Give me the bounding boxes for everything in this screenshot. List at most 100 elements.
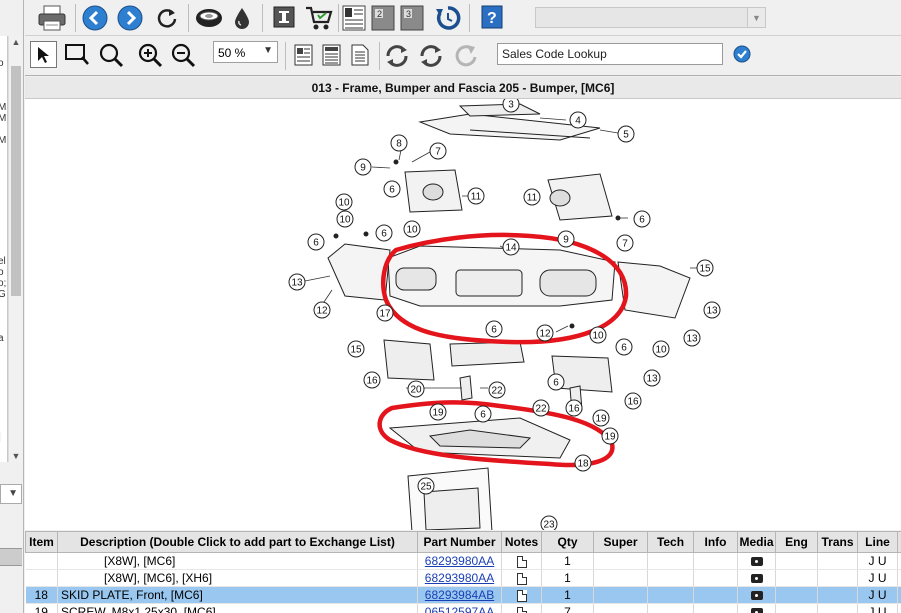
forward-button[interactable] bbox=[116, 4, 144, 32]
callout-13[interactable]: 13 bbox=[643, 369, 661, 387]
left-list-item[interactable] bbox=[0, 36, 7, 47]
scroll-up-icon[interactable]: ▲ bbox=[11, 37, 21, 47]
rotate-left-button[interactable] bbox=[383, 42, 411, 70]
callout-14[interactable]: 14 bbox=[502, 238, 520, 256]
zoom-select[interactable]: 50 % ▼ bbox=[213, 41, 278, 63]
left-list-item[interactable] bbox=[0, 201, 7, 212]
left-list-item[interactable]: M bbox=[0, 102, 7, 113]
left-list-item[interactable]: o bbox=[0, 267, 7, 278]
left-list-item[interactable] bbox=[0, 421, 7, 432]
left-list-item[interactable] bbox=[0, 377, 7, 388]
callout-23[interactable]: 23 bbox=[540, 515, 558, 530]
left-list-item[interactable] bbox=[0, 300, 7, 311]
part-number-link[interactable]: 06512597AA bbox=[417, 603, 502, 613]
text-view-3-button[interactable] bbox=[347, 42, 373, 68]
column-header[interactable]: Tech bbox=[647, 531, 694, 553]
column-header[interactable]: Notes bbox=[501, 531, 542, 553]
left-list-item[interactable]: I bbox=[0, 157, 7, 168]
callout-18[interactable]: 18 bbox=[574, 454, 592, 472]
fluid-button[interactable] bbox=[230, 4, 254, 32]
left-list-item[interactable]: o bbox=[0, 58, 7, 69]
catalog-select[interactable]: ▼ bbox=[535, 7, 766, 28]
callout-19[interactable]: 19 bbox=[601, 427, 619, 445]
column-header[interactable]: Description (Double Click to add part to… bbox=[57, 531, 418, 553]
callout-6[interactable]: 6 bbox=[375, 224, 393, 242]
callout-19[interactable]: 19 bbox=[429, 403, 447, 421]
callout-10[interactable]: 10 bbox=[589, 326, 607, 344]
camera-icon[interactable] bbox=[750, 557, 763, 567]
note-icon[interactable] bbox=[516, 572, 527, 585]
left-list-item[interactable] bbox=[0, 179, 7, 190]
callout-10[interactable]: 10 bbox=[652, 340, 670, 358]
info-button[interactable] bbox=[272, 5, 296, 29]
scroll-down-icon[interactable]: ▼ bbox=[11, 451, 21, 461]
callout-4[interactable]: 4 bbox=[569, 111, 587, 129]
left-list-item[interactable]: G bbox=[0, 289, 7, 300]
left-list-item[interactable] bbox=[0, 322, 7, 333]
table-row[interactable]: [X8W], [MC6], [XH6] 68293980AA 1 J U bbox=[25, 569, 901, 587]
diagram-canvas[interactable]: 3 4 5 8 9 7 6 11 11 6 10 10 6 6 10 14 9 7 15 13 12 17 6 12 10 13 1… bbox=[25, 99, 901, 530]
left-list-item[interactable] bbox=[0, 388, 7, 399]
left-list-item[interactable] bbox=[0, 311, 7, 322]
left-list-item[interactable]: el bbox=[0, 256, 7, 267]
column-header[interactable]: Info bbox=[693, 531, 738, 553]
part-number-link[interactable]: 68293984AB bbox=[417, 586, 502, 604]
callout-13[interactable]: 13 bbox=[288, 273, 306, 291]
zoom-out-button[interactable] bbox=[169, 41, 196, 68]
zoom-box-button[interactable] bbox=[63, 41, 90, 68]
reset-view-button[interactable] bbox=[453, 42, 481, 70]
callout-10[interactable]: 10 bbox=[336, 210, 354, 228]
left-list-item[interactable]: I bbox=[0, 146, 7, 157]
parts-table[interactable]: Item Description (Double Click to add par… bbox=[25, 531, 901, 613]
left-list-item[interactable]: a bbox=[0, 333, 7, 344]
left-list-item[interactable] bbox=[0, 168, 7, 179]
help-button[interactable]: ? bbox=[480, 4, 504, 30]
lookup-go-button[interactable] bbox=[732, 44, 752, 64]
callout-11[interactable]: 11 bbox=[467, 187, 485, 205]
column-header[interactable]: Part Number bbox=[417, 531, 502, 553]
callout-6[interactable]: 6 bbox=[307, 233, 325, 251]
print-button[interactable] bbox=[37, 3, 67, 33]
left-tree-list[interactable]: oIMMIMIIeloo;Gai] bbox=[0, 36, 8, 462]
left-list-item[interactable] bbox=[0, 344, 7, 355]
column-header[interactable]: Super bbox=[593, 531, 648, 553]
callout-17[interactable]: 17 bbox=[376, 304, 394, 322]
part-number-link[interactable]: 68293980AA bbox=[417, 569, 502, 587]
column-header[interactable]: Item bbox=[25, 531, 58, 553]
callout-6[interactable]: 6 bbox=[633, 210, 651, 228]
column-header[interactable]: Trans bbox=[817, 531, 858, 553]
magnify-button[interactable] bbox=[97, 41, 124, 68]
left-list-item[interactable] bbox=[0, 190, 7, 201]
text-view-2-button[interactable] bbox=[319, 42, 345, 68]
left-list-item[interactable] bbox=[0, 47, 7, 58]
column-header[interactable]: Media bbox=[737, 531, 776, 553]
left-list-item[interactable]: o; bbox=[0, 278, 7, 289]
left-list-item[interactable]: I bbox=[0, 91, 7, 102]
callout-10[interactable]: 10 bbox=[335, 193, 353, 211]
callout-6[interactable]: 6 bbox=[383, 180, 401, 198]
callout-16[interactable]: 16 bbox=[363, 371, 381, 389]
back-button[interactable] bbox=[81, 4, 109, 32]
parts-diagram[interactable]: 3 4 5 8 9 7 6 11 11 6 10 10 6 6 10 14 9 7 15 13 12 17 6 12 10 13 1… bbox=[25, 99, 901, 530]
callout-12[interactable]: 12 bbox=[313, 301, 331, 319]
note-icon[interactable] bbox=[516, 555, 527, 568]
callout-5[interactable]: 5 bbox=[617, 125, 635, 143]
rotate-right-button[interactable] bbox=[417, 42, 445, 70]
column-header[interactable]: S bbox=[897, 531, 901, 553]
callout-12[interactable]: 12 bbox=[536, 324, 554, 342]
callout-15[interactable]: 15 bbox=[696, 259, 714, 277]
callout-20[interactable]: 20 bbox=[407, 380, 425, 398]
table-row[interactable]: 19 SCREW, M8x1.25x30, [MC6] 06512597AA 7 J U bbox=[25, 603, 901, 613]
left-list-item[interactable] bbox=[0, 245, 7, 256]
left-list-item[interactable]: i bbox=[0, 366, 7, 377]
callout-11[interactable]: 11 bbox=[523, 188, 541, 206]
part-number-link[interactable]: 68293980AA bbox=[417, 552, 502, 570]
note-icon[interactable] bbox=[516, 589, 527, 602]
view-page-3-button[interactable]: 3 bbox=[399, 4, 425, 32]
camera-icon[interactable] bbox=[750, 574, 763, 584]
callout-10[interactable]: 10 bbox=[403, 220, 421, 238]
callout-25[interactable]: 25 bbox=[417, 477, 435, 495]
callout-7[interactable]: 7 bbox=[429, 142, 447, 160]
callout-19[interactable]: 19 bbox=[592, 409, 610, 427]
left-list-item[interactable]: M bbox=[0, 113, 7, 124]
